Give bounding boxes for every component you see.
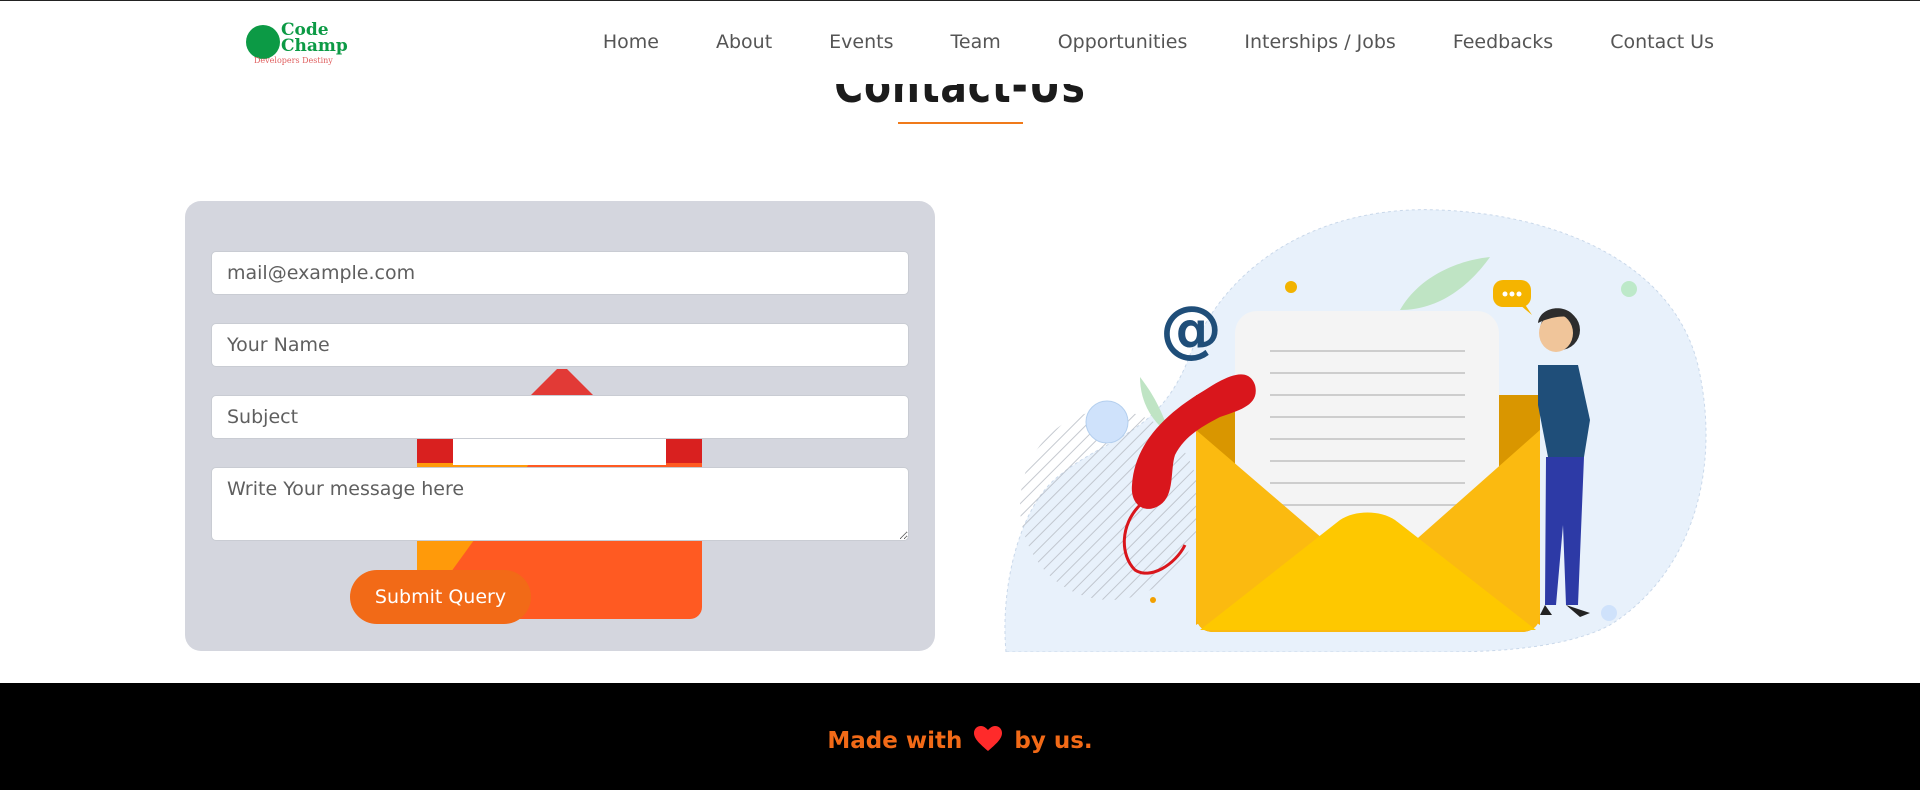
- nav-link-opportunities[interactable]: Opportunities: [1058, 31, 1188, 53]
- contact-illustration: @: [1004, 209, 1707, 652]
- email-field[interactable]: [211, 251, 909, 295]
- message-field[interactable]: [211, 467, 909, 541]
- brand-logo[interactable]: Code Champ Developers Destiny: [246, 21, 356, 67]
- nav-links: Home About Events Team Opportunities Int…: [603, 31, 1714, 53]
- logo-tagline: Developers Destiny: [254, 56, 333, 65]
- heart-icon: [974, 726, 1003, 758]
- nav-link-home[interactable]: Home: [603, 31, 659, 53]
- footer-text-before: Made with: [827, 728, 963, 754]
- logo-circle-icon: [246, 25, 280, 59]
- name-field[interactable]: [211, 323, 909, 367]
- submit-query-button[interactable]: Submit Query: [350, 570, 531, 624]
- footer: Made with by us.: [0, 683, 1920, 790]
- at-sign-icon: @: [1160, 292, 1222, 365]
- contact-form: Submit Query: [185, 201, 935, 651]
- nav-link-feedbacks[interactable]: Feedbacks: [1453, 31, 1553, 53]
- nav-link-about[interactable]: About: [716, 31, 772, 53]
- footer-text-after: by us.: [1014, 728, 1093, 754]
- navbar: Code Champ Developers Destiny Home About…: [0, 1, 1920, 84]
- subject-field[interactable]: [211, 395, 909, 439]
- nav-link-contact-us[interactable]: Contact Us: [1610, 31, 1714, 53]
- title-underline: [898, 122, 1023, 124]
- envelope-icon: [1196, 311, 1540, 632]
- nav-link-team[interactable]: Team: [951, 31, 1001, 53]
- logo-text-line2: Champ: [281, 36, 348, 56]
- nav-link-internships-jobs[interactable]: Interships / Jobs: [1244, 31, 1395, 53]
- nav-link-events[interactable]: Events: [829, 31, 893, 53]
- footer-text: Made with by us.: [0, 726, 1920, 758]
